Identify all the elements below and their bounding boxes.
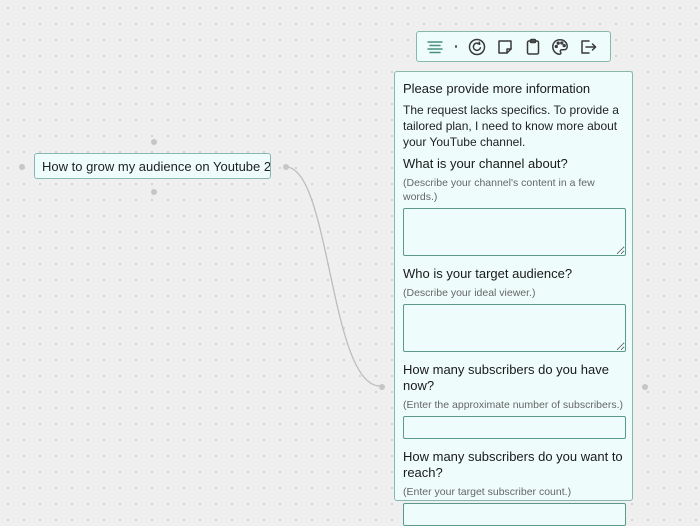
prompt-node-label: How to grow my audience on Youtube 20 ..… — [42, 158, 271, 174]
palette-icon — [552, 38, 569, 55]
export-button[interactable] — [576, 34, 600, 60]
text-lines-icon — [427, 40, 443, 53]
regenerate-icon — [469, 38, 486, 55]
panel-handle-right[interactable] — [642, 384, 648, 390]
export-icon — [581, 39, 597, 54]
question-hint-channel: (Describe your channel's content in a fe… — [403, 177, 595, 203]
node-handle-bottom[interactable] — [151, 189, 157, 195]
question-label-target-subs: How many subscribers do you want to reac… — [403, 449, 623, 480]
sticky-note-icon — [498, 39, 512, 54]
text-lines-button[interactable] — [423, 34, 447, 60]
panel-title: Please provide more information — [403, 81, 591, 96]
question-hint-target-subs: (Enter your target subscriber count.) — [403, 486, 572, 498]
clipboard-icon — [526, 38, 539, 55]
question-label-channel: What is your channel about? — [403, 156, 568, 171]
toolbar-separator — [454, 45, 458, 48]
question-label-audience: Who is your target audience? — [403, 266, 573, 281]
question-hint-current-subs: (Enter the approximate number of subscri… — [403, 399, 624, 411]
panel-intro: The request lacks specifics. To provide … — [403, 103, 619, 149]
regenerate-button[interactable] — [465, 34, 489, 60]
question-label-current-subs: How many subscribers do you have now? — [403, 362, 609, 393]
question-hint-audience: (Describe your ideal viewer.) — [403, 287, 536, 299]
palette-button[interactable] — [549, 34, 573, 60]
channel-about-field[interactable] — [403, 208, 626, 256]
clipboard-button[interactable] — [521, 34, 545, 60]
current-subscribers-field[interactable] — [403, 416, 626, 439]
prompt-node[interactable]: How to grow my audience on Youtube 20 ..… — [34, 153, 271, 179]
clarification-panel: Please provide more information The requ… — [394, 71, 633, 526]
panel-handle-left[interactable] — [379, 384, 385, 390]
target-audience-field[interactable] — [403, 304, 626, 352]
target-subscribers-field[interactable] — [403, 503, 626, 526]
node-handle-top[interactable] — [151, 139, 157, 145]
sticky-note-button[interactable] — [493, 34, 517, 60]
node-toolbar — [416, 31, 611, 62]
node-handle-left[interactable] — [19, 164, 25, 170]
node-handle-right[interactable] — [283, 164, 289, 170]
